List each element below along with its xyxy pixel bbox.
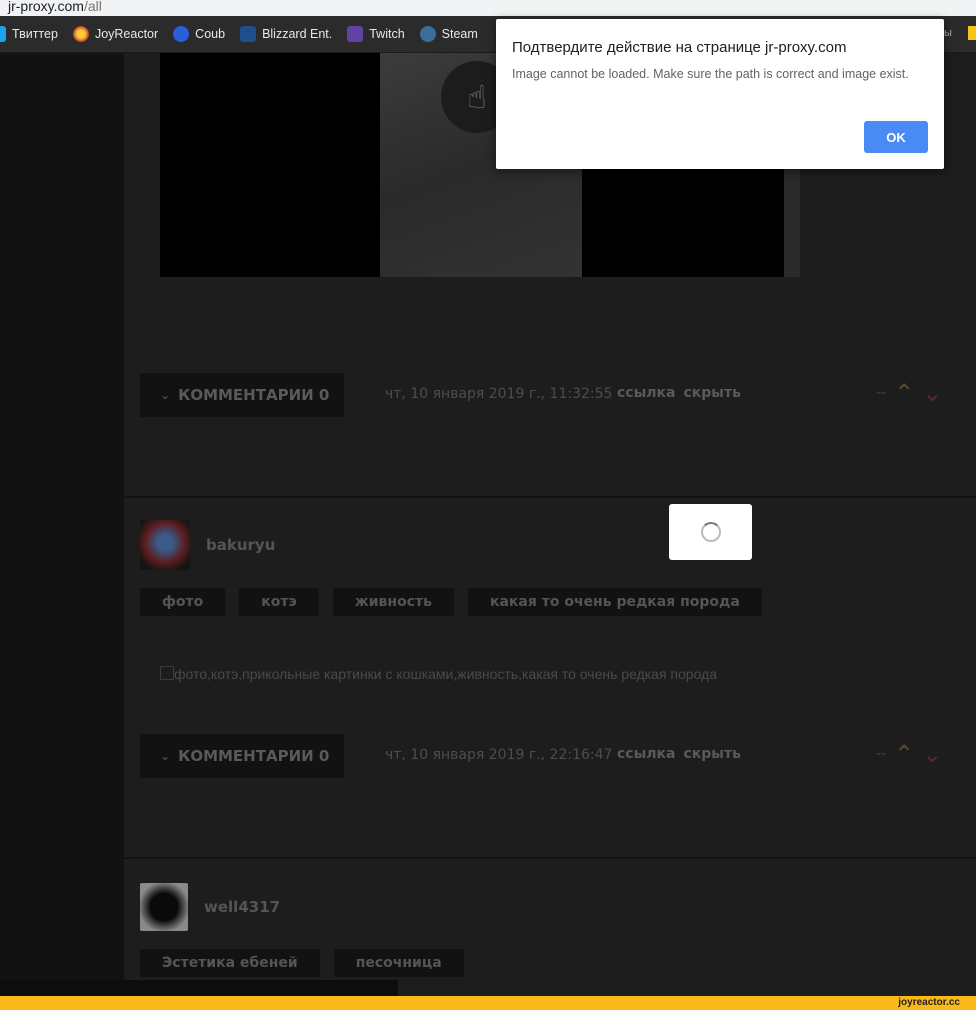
dialog-title: Подтвердите действие на странице jr-prox… xyxy=(512,39,847,56)
comments-label: КОММЕНТАРИИ 0 xyxy=(178,386,330,404)
bookmark-twitch[interactable]: Twitch xyxy=(347,26,405,42)
rating-value: -- xyxy=(876,746,887,762)
vote-up-icon[interactable]: ⌃ xyxy=(894,379,914,407)
username[interactable]: well4317 xyxy=(204,898,280,916)
chevron-down-icon: ⌄ xyxy=(160,388,171,402)
avatar[interactable] xyxy=(140,520,190,570)
bookmark-coub[interactable]: Coub xyxy=(173,26,225,42)
bookmark-blizzard[interactable]: Blizzard Ent. xyxy=(240,26,332,42)
coub-icon xyxy=(173,26,190,42)
tag-list: фото котэ живность какая то очень редкая… xyxy=(140,588,762,616)
vote-down-icon[interactable]: ⌄ xyxy=(922,740,942,768)
broken-image-icon xyxy=(160,666,174,680)
bookmark-twitter[interactable]: Твиттер xyxy=(0,26,58,42)
ok-button[interactable]: OK xyxy=(864,121,928,153)
tag-list: Эстетика ебеней песочница xyxy=(140,949,464,977)
comments-button[interactable]: ⌄ КОММЕНТАРИИ 0 xyxy=(140,373,344,417)
footer-bar: joyreactor.cc xyxy=(0,996,976,1010)
bookmark-folder-icon[interactable] xyxy=(968,26,976,40)
bookmark-label: Steam xyxy=(441,27,478,41)
vote-controls: -- ⌃ ⌄ xyxy=(876,379,942,407)
broken-image-alt: фото,котэ,прикольные картинки с кошками,… xyxy=(160,666,717,682)
link-button[interactable]: ссылка xyxy=(617,746,675,762)
image-alt-text: фото,котэ,прикольные картинки с кошками,… xyxy=(174,666,718,682)
steam-icon xyxy=(419,26,436,42)
chevron-down-icon: ⌄ xyxy=(160,749,171,763)
joyreactor-icon xyxy=(72,26,89,42)
bookmark-label: Blizzard Ent. xyxy=(262,27,333,41)
bookmark-joyreactor[interactable]: JoyReactor xyxy=(72,26,159,42)
vote-down-icon[interactable]: ⌄ xyxy=(922,379,942,407)
vote-controls: -- ⌃ ⌄ xyxy=(876,740,942,768)
post-date: чт, 10 января 2019 г., 22:16:47 xyxy=(385,747,613,763)
image-scrollbar[interactable] xyxy=(784,153,800,277)
bookmark-label: Coub xyxy=(195,27,226,41)
left-column xyxy=(0,53,124,996)
comments-label: КОММЕНТАРИИ 0 xyxy=(178,747,330,765)
avatar[interactable] xyxy=(140,883,188,931)
tag[interactable]: фото xyxy=(140,588,226,616)
link-button[interactable]: ссылка xyxy=(617,385,675,401)
bookmark-steam[interactable]: Steam xyxy=(419,26,478,42)
bookmark-label: JoyReactor xyxy=(94,27,159,41)
page: ☝ ⌄ КОММЕНТАРИИ 0 чт, 10 января 2019 г.,… xyxy=(0,53,976,996)
loading-spinner xyxy=(669,504,752,560)
post-author: bakuryu xyxy=(140,520,275,570)
post-separator xyxy=(124,857,976,859)
tag[interactable]: Эстетика ебеней xyxy=(140,949,320,977)
bookmark-label: Twitch xyxy=(369,27,405,41)
post-links: ссылка скрыть xyxy=(617,746,749,762)
tag[interactable]: какая то очень редкая порода xyxy=(467,588,762,616)
post-date: чт, 10 января 2019 г., 11:32:55 xyxy=(385,386,613,402)
hide-button[interactable]: скрыть xyxy=(683,746,740,762)
bookmark-overflow-text: ы xyxy=(944,27,952,39)
tag[interactable]: песочница xyxy=(333,949,464,977)
url-path: /all xyxy=(83,0,102,14)
hide-button[interactable]: скрыть xyxy=(683,385,740,401)
footer-brand[interactable]: joyreactor.cc xyxy=(898,997,960,1008)
twitch-icon xyxy=(347,26,364,42)
url-host: jr-proxy.com xyxy=(8,0,84,14)
confirm-dialog: Подтвердите действие на странице jr-prox… xyxy=(496,19,944,169)
bottom-overlay xyxy=(0,980,398,996)
post-footer: ⌄ КОММЕНТАРИИ 0 чт, 10 января 2019 г., 2… xyxy=(140,734,970,778)
twitter-icon xyxy=(0,26,6,42)
post-footer: ⌄ КОММЕНТАРИИ 0 чт, 10 января 2019 г., 1… xyxy=(140,373,970,417)
content-feed: ☝ ⌄ КОММЕНТАРИИ 0 чт, 10 января 2019 г.,… xyxy=(124,53,976,996)
vote-up-icon[interactable]: ⌃ xyxy=(894,740,914,768)
spinner-icon xyxy=(700,522,721,542)
post-links: ссылка скрыть xyxy=(617,385,749,401)
post-separator xyxy=(124,496,976,498)
rating-value: -- xyxy=(876,385,887,401)
post-author: well4317 xyxy=(140,883,280,931)
comments-button[interactable]: ⌄ КОММЕНТАРИИ 0 xyxy=(140,734,344,778)
tag[interactable]: котэ xyxy=(239,588,319,616)
blizzard-icon xyxy=(240,26,257,42)
tag[interactable]: живность xyxy=(332,588,454,616)
bookmark-label: Твиттер xyxy=(12,27,58,41)
address-bar[interactable]: jr-proxy.com/all xyxy=(0,0,976,16)
dialog-message: Image cannot be loaded. Make sure the pa… xyxy=(512,67,909,81)
username[interactable]: bakuryu xyxy=(206,536,275,554)
